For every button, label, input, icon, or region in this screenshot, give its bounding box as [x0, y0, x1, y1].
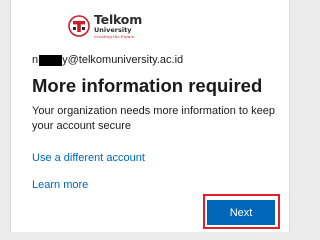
account-identifier: n y@telkomuniversity.ac.id	[32, 54, 183, 66]
brand-tagline: Creating the Future	[94, 33, 135, 39]
description-text: Your organization needs more information…	[32, 105, 275, 132]
next-button[interactable]: Next	[207, 200, 275, 225]
redaction-block	[39, 54, 63, 66]
account-suffix: y@telkomuniversity.ac.id	[62, 54, 184, 66]
use-different-account-link[interactable]: Use a different account	[32, 152, 145, 164]
brand-subname: University	[94, 26, 132, 34]
brand-name: Telkom	[94, 11, 143, 27]
telkom-university-logo-icon	[68, 15, 90, 37]
telkom-university-logo: Telkom University Creating the Future	[68, 13, 142, 39]
account-prefix: n	[32, 54, 39, 66]
page-title: More information required	[32, 75, 263, 96]
learn-more-link[interactable]: Learn more	[32, 179, 88, 191]
